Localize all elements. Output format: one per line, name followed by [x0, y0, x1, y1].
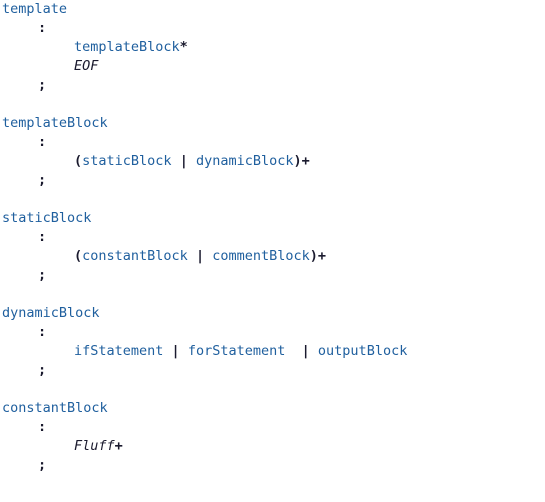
- rule-body-line: EOF: [0, 57, 545, 76]
- rule-reference: commentBlock: [212, 248, 310, 264]
- grammar-rule: staticBlock: (constantBlock | commentBloc…: [0, 209, 545, 285]
- punctuation: (: [74, 248, 83, 264]
- rule-semicolon: ;: [38, 457, 47, 473]
- rule-name: dynamicBlock: [2, 305, 100, 321]
- rule-body-line: (constantBlock | commentBlock)+: [0, 247, 545, 266]
- rule-colon-line: :: [0, 418, 545, 437]
- rule-reference: ifStatement: [74, 343, 164, 359]
- rule-colon: :: [38, 134, 47, 150]
- rule-name: constantBlock: [2, 400, 108, 416]
- rule-name-line: template: [0, 0, 545, 19]
- rule-reference: templateBlock: [74, 39, 180, 55]
- rule-name: template: [2, 1, 68, 17]
- rule-name: staticBlock: [2, 210, 92, 226]
- rule-body-line: ifStatement | forStatement | outputBlock: [0, 342, 545, 361]
- grammar-rule: templateBlock: (staticBlock | dynamicBloc…: [0, 114, 545, 190]
- rule-reference: forStatement: [187, 343, 286, 359]
- rule-colon-line: :: [0, 19, 545, 38]
- rule-name-line: constantBlock: [0, 399, 545, 418]
- operator: |: [301, 343, 310, 359]
- rule-reference: staticBlock: [82, 153, 172, 169]
- rule-semicolon: ;: [38, 362, 47, 378]
- grammar-listing: template: templateBlock* EOF; templateBloc…: [0, 0, 545, 502]
- rule-colon-line: :: [0, 323, 545, 342]
- operator: |: [171, 343, 180, 359]
- operator: *: [179, 39, 188, 55]
- grammar-rule: constantBlock: Fluff+;: [0, 399, 545, 475]
- rule-colon-line: :: [0, 133, 545, 152]
- punctuation: (: [74, 153, 83, 169]
- rule-semicolon-line: ;: [0, 76, 545, 95]
- operator: |: [179, 153, 188, 169]
- punctuation: ): [293, 153, 302, 169]
- operator: +: [317, 248, 327, 264]
- rule-semicolon-line: ;: [0, 266, 545, 285]
- rule-semicolon: ;: [38, 267, 47, 283]
- rule-separator: [0, 380, 545, 399]
- rule-name-line: staticBlock: [0, 209, 545, 228]
- operator: |: [195, 248, 205, 264]
- rule-colon: :: [38, 324, 47, 340]
- rule-separator: [0, 190, 545, 209]
- rule-colon: :: [38, 229, 47, 245]
- operator: +: [114, 438, 123, 454]
- rule-separator: [0, 95, 545, 114]
- rule-colon-line: :: [0, 228, 545, 247]
- grammar-rule: template: templateBlock* EOF;: [0, 0, 545, 95]
- grammar-rule: dynamicBlock: ifStatement | forStatement …: [0, 304, 545, 380]
- rule-colon: :: [38, 419, 47, 435]
- rule-semicolon: ;: [38, 172, 47, 188]
- rule-name: templateBlock: [2, 115, 108, 131]
- rule-reference: dynamicBlock: [195, 153, 294, 169]
- rule-body-line: Fluff+: [0, 437, 545, 456]
- rule-body-line: (staticBlock | dynamicBlock)+: [0, 152, 545, 171]
- rule-semicolon-line: ;: [0, 171, 545, 190]
- punctuation: ): [309, 248, 318, 264]
- rule-reference: constantBlock: [82, 248, 188, 264]
- rule-body-line: templateBlock*: [0, 38, 545, 57]
- rule-semicolon: ;: [38, 77, 47, 93]
- rule-semicolon-line: ;: [0, 456, 545, 475]
- token-name: Fluff: [74, 438, 115, 454]
- rule-semicolon-line: ;: [0, 361, 545, 380]
- rule-name-line: templateBlock: [0, 114, 545, 133]
- rule-name-line: dynamicBlock: [0, 304, 545, 323]
- token-name: EOF: [74, 58, 99, 74]
- operator: +: [301, 153, 310, 169]
- rule-colon: :: [38, 20, 47, 36]
- rule-separator: [0, 285, 545, 304]
- rule-reference: outputBlock: [317, 343, 408, 359]
